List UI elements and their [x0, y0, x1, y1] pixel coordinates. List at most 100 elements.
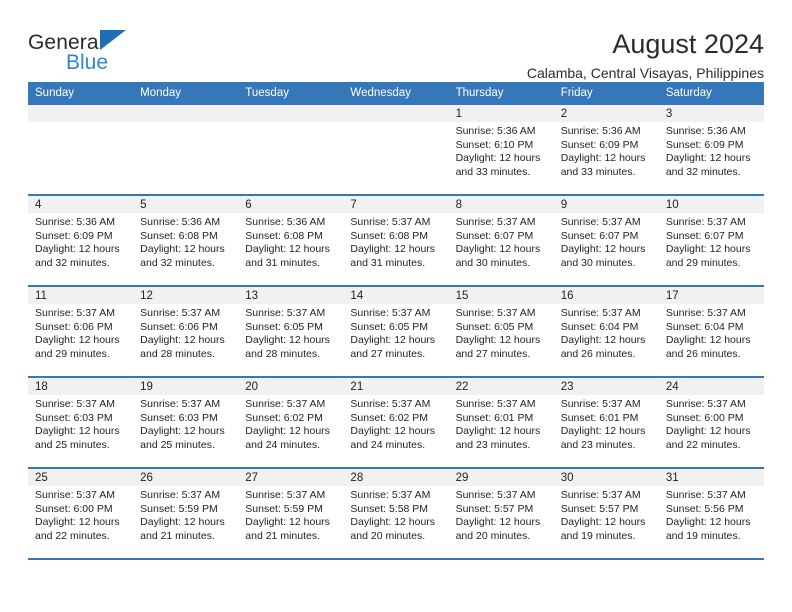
calendar-day-cell[interactable]: 31 Sunrise: 5:37 AM Sunset: 5:56 PM Dayligh…: [658, 468, 764, 560]
calendar-day-cell[interactable]: 4 Sunrise: 5:36 AM Sunset: 6:09 PM Daylight…: [28, 195, 134, 287]
sunrise-text: Sunrise: 5:36 AM: [455, 125, 536, 137]
day-number: 2: [553, 105, 659, 122]
day-number: 13: [238, 287, 344, 304]
sunset-text: Sunset: 6:07 PM: [455, 229, 534, 242]
day-cell-content: 23 Sunrise: 5:37 AM Sunset: 6:01 PM Dayligh…: [553, 378, 659, 467]
calendar-day-cell[interactable]: 29 Sunrise: 5:37 AM Sunset: 5:57 PM Dayligh…: [448, 468, 554, 560]
sunset-text: Sunset: 6:08 PM: [245, 229, 323, 242]
sunset-text: Sunset: 6:05 PM: [245, 320, 323, 333]
calendar-day-cell[interactable]: 13 Sunrise: 5:37 AM Sunset: 6:05 PM Dayligh…: [238, 286, 344, 378]
calendar-day-cell[interactable]: 23 Sunrise: 5:37 AM Sunset: 6:01 PM Dayligh…: [553, 377, 659, 469]
sunrise-text: Sunrise: 5:37 AM: [560, 216, 641, 228]
daylight-text-line1: Daylight: 12 hours: [245, 425, 330, 438]
calendar-day-cell[interactable]: 21 Sunrise: 5:37 AM Sunset: 6:02 PM Dayligh…: [343, 377, 449, 469]
calendar-day-cell[interactable]: 6 Sunrise: 5:36 AM Sunset: 6:08 PM Daylight…: [238, 195, 344, 287]
daylight-text-line1: Daylight: 12 hours: [140, 243, 225, 256]
calendar-day-cell[interactable]: 15 Sunrise: 5:37 AM Sunset: 6:05 PM Dayligh…: [448, 286, 554, 378]
sunset-text: Sunset: 6:08 PM: [350, 229, 429, 242]
daylight-text-line2: and 27 minutes.: [455, 347, 531, 360]
day-number: 9: [553, 196, 659, 213]
day-details: [238, 122, 343, 125]
weekday-header-tuesday: Tuesday: [238, 82, 344, 105]
daylight-text-line1: Daylight: 12 hours: [560, 152, 646, 165]
day-cell-content: 15 Sunrise: 5:37 AM Sunset: 6:05 PM Dayligh…: [448, 287, 554, 376]
daylight-text-line1: Daylight: 12 hours: [455, 425, 541, 438]
daylight-text-line1: Daylight: 12 hours: [455, 152, 541, 165]
day-details: Sunrise: 5:37 AM Sunset: 5:56 PM Daylight:…: [659, 486, 764, 543]
sunrise-text: Sunrise: 5:37 AM: [350, 489, 431, 501]
day-number: 11: [28, 287, 134, 304]
day-details: Sunrise: 5:36 AM Sunset: 6:09 PM Daylight:…: [659, 122, 764, 179]
day-details: [133, 122, 238, 125]
daylight-text-line2: and 25 minutes.: [35, 438, 110, 451]
daylight-text-line2: and 20 minutes.: [455, 529, 531, 542]
day-cell-content: 2 Sunrise: 5:36 AM Sunset: 6:09 PM Daylight…: [553, 105, 659, 194]
calendar-day-cell[interactable]: 9 Sunrise: 5:37 AM Sunset: 6:07 PM Daylight…: [553, 195, 659, 287]
day-details: Sunrise: 5:37 AM Sunset: 6:06 PM Daylight:…: [133, 304, 238, 361]
calendar-day-cell-empty: [343, 105, 449, 196]
day-details: Sunrise: 5:37 AM Sunset: 6:07 PM Daylight:…: [554, 213, 659, 270]
daylight-text-line2: and 23 minutes.: [560, 438, 636, 451]
day-details: Sunrise: 5:36 AM Sunset: 6:09 PM Daylight:…: [28, 213, 133, 270]
sunset-text: Sunset: 5:58 PM: [350, 502, 429, 515]
daylight-text-line2: and 20 minutes.: [350, 529, 426, 542]
calendar-day-cell[interactable]: 24 Sunrise: 5:37 AM Sunset: 6:00 PM Dayligh…: [658, 377, 764, 469]
calendar-day-cell[interactable]: 2 Sunrise: 5:36 AM Sunset: 6:09 PM Daylight…: [553, 105, 659, 196]
daylight-text-line1: Daylight: 12 hours: [350, 243, 436, 256]
calendar-day-cell[interactable]: 14 Sunrise: 5:37 AM Sunset: 6:05 PM Dayligh…: [343, 286, 449, 378]
day-number: 29: [448, 469, 554, 486]
sunrise-text: Sunrise: 5:37 AM: [140, 307, 221, 319]
day-cell-content: 6 Sunrise: 5:36 AM Sunset: 6:08 PM Daylight…: [238, 196, 344, 285]
calendar-day-cell[interactable]: 16 Sunrise: 5:37 AM Sunset: 6:04 PM Dayligh…: [553, 286, 659, 378]
daylight-text-line2: and 28 minutes.: [140, 347, 215, 360]
sunset-text: Sunset: 6:06 PM: [140, 320, 218, 333]
sunrise-text: Sunrise: 5:37 AM: [245, 307, 326, 319]
weekday-header-row: Sunday Monday Tuesday Wednesday Thursday…: [28, 82, 764, 105]
calendar-day-cell[interactable]: 19 Sunrise: 5:37 AM Sunset: 6:03 PM Dayligh…: [133, 377, 239, 469]
day-number: [28, 105, 134, 122]
calendar-day-cell[interactable]: 18 Sunrise: 5:37 AM Sunset: 6:03 PM Dayligh…: [28, 377, 134, 469]
calendar-day-cell[interactable]: 26 Sunrise: 5:37 AM Sunset: 5:59 PM Dayligh…: [133, 468, 239, 560]
calendar-day-cell-empty: [133, 105, 239, 196]
calendar-day-cell[interactable]: 10 Sunrise: 5:37 AM Sunset: 6:07 PM Dayligh…: [658, 195, 764, 287]
sunrise-text: Sunrise: 5:37 AM: [455, 489, 536, 501]
calendar-day-cell[interactable]: 7 Sunrise: 5:37 AM Sunset: 6:08 PM Daylight…: [343, 195, 449, 287]
calendar-day-cell[interactable]: 3 Sunrise: 5:36 AM Sunset: 6:09 PM Daylight…: [658, 105, 764, 196]
day-number: [238, 105, 344, 122]
day-cell-content: 8 Sunrise: 5:37 AM Sunset: 6:07 PM Daylight…: [448, 196, 554, 285]
daylight-text-line2: and 26 minutes.: [665, 347, 741, 360]
daylight-text-line1: Daylight: 12 hours: [35, 516, 120, 529]
daylight-text-line1: Daylight: 12 hours: [35, 243, 120, 256]
calendar-day-cell[interactable]: 8 Sunrise: 5:37 AM Sunset: 6:07 PM Daylight…: [448, 195, 554, 287]
sunrise-text: Sunrise: 5:37 AM: [140, 398, 221, 410]
calendar-day-cell[interactable]: 27 Sunrise: 5:37 AM Sunset: 5:59 PM Dayligh…: [238, 468, 344, 560]
day-details: Sunrise: 5:37 AM Sunset: 6:07 PM Daylight:…: [659, 213, 764, 270]
brand-logo[interactable]: General Blue: [28, 28, 228, 74]
daylight-text-line2: and 27 minutes.: [350, 347, 426, 360]
sunset-text: Sunset: 6:07 PM: [560, 229, 639, 242]
calendar-day-cell[interactable]: 11 Sunrise: 5:37 AM Sunset: 6:06 PM Dayligh…: [28, 286, 134, 378]
brand-name-blue: Blue: [66, 51, 109, 74]
daylight-text-line2: and 29 minutes.: [665, 256, 741, 269]
calendar-day-cell[interactable]: 20 Sunrise: 5:37 AM Sunset: 6:02 PM Dayligh…: [238, 377, 344, 469]
day-number: 15: [448, 287, 554, 304]
daylight-text-line2: and 21 minutes.: [245, 529, 320, 542]
day-details: Sunrise: 5:37 AM Sunset: 5:57 PM Daylight:…: [554, 486, 659, 543]
daylight-text-line1: Daylight: 12 hours: [560, 334, 646, 347]
day-details: Sunrise: 5:37 AM Sunset: 6:04 PM Daylight:…: [659, 304, 764, 361]
calendar-day-cell[interactable]: 28 Sunrise: 5:37 AM Sunset: 5:58 PM Dayligh…: [343, 468, 449, 560]
day-details: Sunrise: 5:37 AM Sunset: 6:04 PM Daylight:…: [554, 304, 659, 361]
daylight-text-line1: Daylight: 12 hours: [560, 516, 646, 529]
calendar-day-cell[interactable]: 30 Sunrise: 5:37 AM Sunset: 5:57 PM Dayligh…: [553, 468, 659, 560]
day-cell-content: 27 Sunrise: 5:37 AM Sunset: 5:59 PM Dayligh…: [238, 469, 344, 558]
calendar-day-cell[interactable]: 1 Sunrise: 5:36 AM Sunset: 6:10 PM Daylight…: [448, 105, 554, 196]
day-details: Sunrise: 5:37 AM Sunset: 6:06 PM Daylight:…: [28, 304, 133, 361]
daylight-text-line2: and 33 minutes.: [560, 165, 636, 178]
weekday-header-wednesday: Wednesday: [343, 82, 449, 105]
calendar-day-cell[interactable]: 17 Sunrise: 5:37 AM Sunset: 6:04 PM Dayligh…: [658, 286, 764, 378]
calendar-day-cell[interactable]: 5 Sunrise: 5:36 AM Sunset: 6:08 PM Daylight…: [133, 195, 239, 287]
calendar-day-cell[interactable]: 25 Sunrise: 5:37 AM Sunset: 6:00 PM Dayligh…: [28, 468, 134, 560]
daylight-text-line2: and 23 minutes.: [455, 438, 531, 451]
calendar-day-cell[interactable]: 22 Sunrise: 5:37 AM Sunset: 6:01 PM Dayligh…: [448, 377, 554, 469]
calendar-day-cell[interactable]: 12 Sunrise: 5:37 AM Sunset: 6:06 PM Dayligh…: [133, 286, 239, 378]
